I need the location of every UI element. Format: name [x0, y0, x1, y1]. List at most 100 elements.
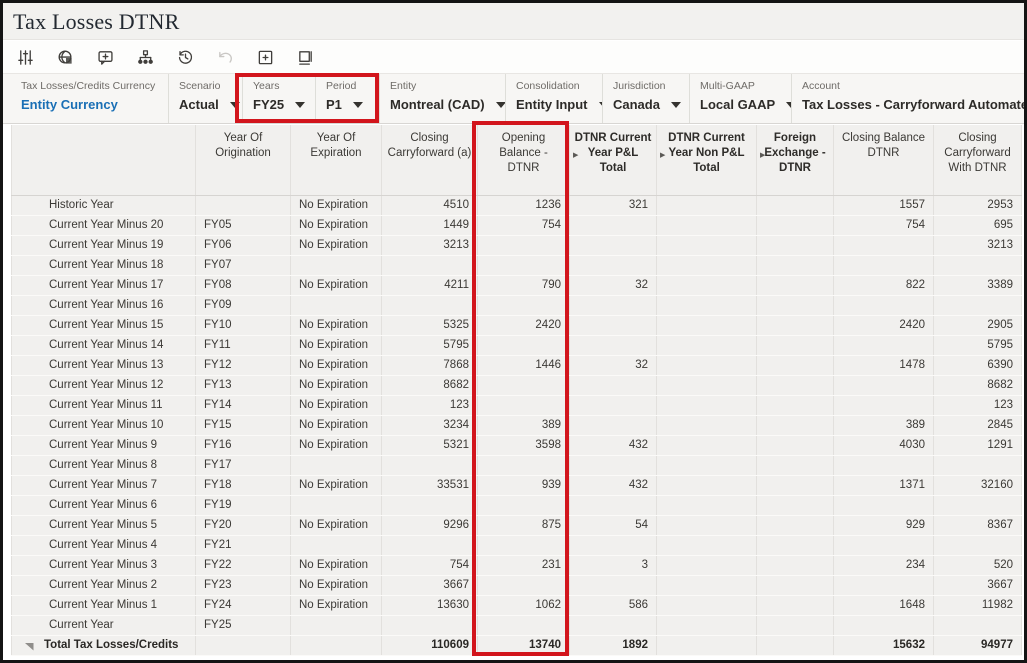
grid-cell[interactable]: No Expiration — [290, 195, 382, 216]
grid-cell[interactable]: FY23 — [195, 575, 291, 596]
grid-cell[interactable]: 54 — [569, 515, 657, 536]
adjust-sliders-icon[interactable] — [16, 48, 35, 67]
grid-cell[interactable] — [290, 455, 382, 476]
grid-cell[interactable] — [569, 415, 657, 436]
grid-cell[interactable] — [756, 634, 834, 656]
grid-cell[interactable] — [477, 455, 570, 476]
pov-value[interactable]: Actual — [179, 97, 219, 112]
grid-cell[interactable]: 1648 — [833, 595, 934, 616]
grid-cell[interactable] — [756, 575, 834, 596]
grid-cell[interactable]: FY07 — [195, 255, 291, 276]
pov-value[interactable]: Tax Losses - Carryforward Automated — [802, 97, 1024, 112]
grid-cell[interactable]: No Expiration — [290, 595, 382, 616]
grid-cell[interactable] — [833, 455, 934, 476]
grid-cell[interactable]: 875 — [477, 515, 570, 536]
grid-cell[interactable]: 1449 — [381, 215, 478, 236]
grid-cell[interactable] — [477, 255, 570, 276]
grid-cell[interactable] — [656, 634, 757, 656]
grid-cell[interactable] — [656, 315, 757, 336]
grid-cell[interactable] — [477, 235, 570, 256]
grid-cell[interactable] — [756, 555, 834, 576]
grid-cell[interactable]: 1478 — [833, 355, 934, 376]
grid-cell[interactable]: 8682 — [933, 375, 1022, 396]
pov-value[interactable]: FY25 — [253, 97, 284, 112]
grid-cell[interactable] — [381, 255, 478, 276]
grid-cell[interactable]: No Expiration — [290, 515, 382, 536]
grid-cell[interactable]: No Expiration — [290, 315, 382, 336]
grid-cell[interactable] — [569, 535, 657, 556]
grid-cell[interactable] — [756, 255, 834, 276]
grid-cell[interactable]: 8367 — [933, 515, 1022, 536]
grid-cell[interactable] — [569, 235, 657, 256]
grid-cell[interactable] — [933, 255, 1022, 276]
grid-cell[interactable]: 2905 — [933, 315, 1022, 336]
grid-cell[interactable]: 1062 — [477, 595, 570, 616]
grid-cell[interactable] — [656, 535, 757, 556]
grid-cell[interactable] — [933, 295, 1022, 316]
grid-cell[interactable] — [381, 495, 478, 516]
grid-cell[interactable]: 5795 — [381, 335, 478, 356]
grid-cell[interactable] — [756, 615, 834, 636]
grid-cell[interactable] — [656, 375, 757, 396]
grid-cell[interactable] — [656, 595, 757, 616]
grid-cell[interactable]: 33531 — [381, 475, 478, 496]
grid-icon[interactable] — [256, 48, 275, 67]
grid-cell[interactable] — [290, 634, 382, 656]
grid-cell[interactable]: 94977 — [933, 634, 1022, 656]
grid-cell[interactable]: 9296 — [381, 515, 478, 536]
grid-cell[interactable]: 3389 — [933, 275, 1022, 296]
grid-cell[interactable] — [833, 295, 934, 316]
grid-cell[interactable] — [381, 535, 478, 556]
add-comment-icon[interactable] — [96, 48, 115, 67]
grid-cell[interactable]: FY08 — [195, 275, 291, 296]
grid-cell[interactable] — [756, 315, 834, 336]
grid-cell[interactable] — [569, 455, 657, 476]
grid-cell[interactable] — [756, 535, 834, 556]
grid-cell[interactable] — [656, 435, 757, 456]
grid-cell[interactable]: FY18 — [195, 475, 291, 496]
grid-cell[interactable]: 754 — [833, 215, 934, 236]
grid-cell[interactable]: No Expiration — [290, 215, 382, 236]
grid-cell[interactable]: No Expiration — [290, 395, 382, 416]
grid-cell[interactable] — [756, 215, 834, 236]
grid-cell[interactable] — [833, 255, 934, 276]
grid-cell[interactable] — [656, 615, 757, 636]
chevron-down-icon[interactable] — [495, 101, 505, 108]
grid-cell[interactable] — [477, 535, 570, 556]
grid-cell[interactable] — [756, 595, 834, 616]
pov-value[interactable]: P1 — [326, 97, 342, 112]
grid-cell[interactable]: 4030 — [833, 435, 934, 456]
grid-cell[interactable] — [290, 535, 382, 556]
grid-cell[interactable] — [833, 495, 934, 516]
grid-cell[interactable]: 2420 — [477, 315, 570, 336]
grid-cell[interactable]: 1892 — [569, 634, 657, 656]
grid-cell[interactable] — [290, 295, 382, 316]
grid-cell[interactable] — [656, 515, 757, 536]
grid-cell[interactable]: FY22 — [195, 555, 291, 576]
grid-cell[interactable]: 6390 — [933, 355, 1022, 376]
chevron-down-icon[interactable] — [670, 101, 681, 108]
grid-cell[interactable] — [477, 335, 570, 356]
grid-cell[interactable] — [569, 395, 657, 416]
grid-cell[interactable]: 3234 — [381, 415, 478, 436]
grid-cell[interactable]: FY25 — [195, 615, 291, 636]
grid-cell[interactable]: FY20 — [195, 515, 291, 536]
grid-cell[interactable]: FY09 — [195, 295, 291, 316]
grid-cell[interactable] — [195, 634, 291, 656]
grid-cell[interactable] — [656, 255, 757, 276]
grid-cell[interactable]: 822 — [833, 275, 934, 296]
grid-cell[interactable] — [756, 295, 834, 316]
grid-cell[interactable] — [569, 575, 657, 596]
grid-cell[interactable] — [933, 535, 1022, 556]
expand-column-icon[interactable]: ▶ — [660, 151, 665, 160]
grid-cell[interactable] — [656, 455, 757, 476]
history-icon[interactable] — [176, 48, 195, 67]
grid-cell[interactable]: No Expiration — [290, 335, 382, 356]
grid-cell[interactable] — [756, 375, 834, 396]
grid-cell[interactable]: 3598 — [477, 435, 570, 456]
grid-cell[interactable]: 15632 — [833, 634, 934, 656]
grid-cell[interactable] — [833, 335, 934, 356]
grid-cell[interactable]: No Expiration — [290, 555, 382, 576]
pov-value[interactable]: Entity Input — [516, 97, 588, 112]
grid-cell[interactable] — [569, 375, 657, 396]
